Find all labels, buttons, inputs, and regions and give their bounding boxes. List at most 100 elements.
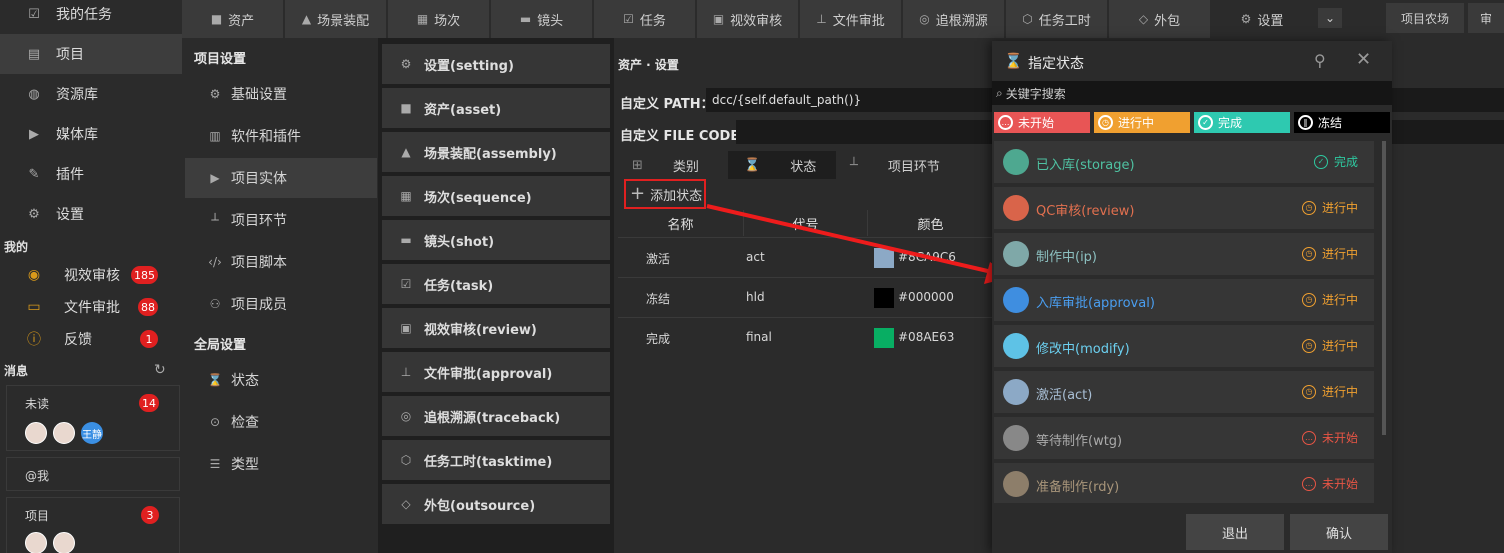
exit-button[interactable]: 退出 — [1186, 514, 1284, 550]
hourglass-icon: ⌛ — [207, 373, 223, 387]
settings-item-check[interactable]: ⊙ 检查 — [185, 402, 377, 442]
settings-item-steps[interactable]: ┴ 项目环节 — [185, 200, 377, 240]
row-name: 激活 — [646, 252, 671, 266]
status-list: 已入库(storage) ✓ 完成 QC审核(review) ◷ 进行中 制作中(ip)… — [994, 141, 1380, 503]
status-item[interactable]: 已入库(storage) ✓ 完成 — [994, 141, 1374, 183]
check-circle-icon: ⊙ — [209, 415, 221, 429]
nav-plugins[interactable]: ✎ 插件 — [0, 154, 182, 194]
users-icon: ⚇ — [209, 297, 221, 311]
chart-icon: ▥ — [209, 129, 221, 143]
tab-outsource[interactable]: ◇ 外包 — [1109, 0, 1210, 38]
hourglass-icon: ⌛ — [1004, 52, 1023, 70]
table-row[interactable]: 激活 act #8CA9C6 — [618, 237, 998, 277]
clock-icon: ◷ — [1301, 246, 1316, 261]
add-status-button[interactable]: + 添加状态 — [624, 179, 706, 209]
column-header-color: 颜色 — [868, 210, 994, 236]
filter-frozen[interactable]: ‖ 冻结 — [1294, 112, 1390, 133]
messages-title: 消息 — [4, 364, 29, 378]
gear-icon: ⚙ — [209, 87, 221, 101]
review-button-truncated[interactable]: 审 — [1468, 3, 1504, 33]
count-badge: 3 — [141, 506, 159, 524]
status-item[interactable]: 入库审批(approval) ◷ 进行中 — [994, 279, 1374, 321]
entity-shot[interactable]: ▬ 镜头(shot) — [382, 220, 610, 260]
nav-my-tasks[interactable]: ☑ 我的任务 — [0, 0, 182, 34]
status-color-dot — [1003, 241, 1029, 267]
my-item-review[interactable]: ◉ 视效审核 185 — [0, 259, 182, 291]
settings-item-status[interactable]: ⌛ 状态 — [185, 360, 377, 400]
column-header-name: 名称 — [618, 210, 744, 236]
entity-traceback[interactable]: ◎ 追根溯源(traceback) — [382, 396, 610, 436]
nav-library[interactable]: ◍ 资源库 — [0, 74, 182, 114]
message-card-unread[interactable]: 未读 14 王静 — [6, 385, 180, 451]
entity-sequence[interactable]: ▦ 场次(sequence) — [382, 176, 610, 216]
column-header-code: 代号 — [744, 210, 868, 236]
project-farm-button[interactable]: 项目农场 — [1386, 3, 1464, 33]
settings-item-entities[interactable]: ▶ 项目实体 — [185, 158, 377, 198]
entity-outsource[interactable]: ◇ 外包(outsource) — [382, 484, 610, 524]
dots-icon: … — [1301, 430, 1316, 445]
nav-project[interactable]: ▤ 项目 — [0, 34, 182, 74]
entity-approval[interactable]: ⊥ 文件审批(approval) — [382, 352, 610, 392]
settings-item-members[interactable]: ⚇ 项目成员 — [185, 284, 377, 324]
message-card-mentions[interactable]: @我 — [6, 457, 180, 491]
status-item[interactable]: 准备制作(rdy) … 未开始 — [994, 463, 1374, 503]
status-name: 已入库(storage) — [1036, 158, 1135, 173]
tab-assembly[interactable]: ▲ 场景装配 — [285, 0, 386, 38]
entity-task[interactable]: ☑ 任务(task) — [382, 264, 610, 304]
status-item[interactable]: 制作中(ip) ◷ 进行中 — [994, 233, 1374, 275]
tab-sequence[interactable]: ▦ 场次 — [388, 0, 489, 38]
landscape-icon: ▲ — [401, 145, 411, 159]
refresh-icon[interactable]: ↻ — [154, 362, 166, 378]
tab-asset[interactable]: ■ 资产 — [182, 0, 283, 38]
tab-review[interactable]: ▣ 视效审核 — [697, 0, 798, 38]
status-item[interactable]: 激活(act) ◷ 进行中 — [994, 371, 1374, 413]
my-item-approval[interactable]: ▭ 文件审批 88 — [0, 291, 182, 323]
settings-item-software[interactable]: ▥ 软件和插件 — [185, 116, 377, 156]
tab-approval[interactable]: ⊥ 文件审批 — [800, 0, 901, 38]
clock-icon: ◷ — [1301, 292, 1316, 307]
tab-traceback[interactable]: ◎ 追根溯源 — [903, 0, 1004, 38]
message-card-project[interactable]: 项目 3 — [6, 497, 180, 553]
clock-icon: ◷ — [1098, 115, 1113, 130]
status-tag: ◷ 进行中 — [1301, 245, 1358, 262]
tab-tasktime[interactable]: ⬡ 任务工时 — [1006, 0, 1107, 38]
status-color-dot — [1003, 287, 1029, 313]
close-icon[interactable]: ✕ — [1356, 49, 1371, 70]
search-input[interactable]: ⌕ 关键字搜索 — [992, 81, 1392, 105]
clock-icon: ◷ — [1301, 338, 1316, 353]
pin-icon[interactable]: ⚲ — [1314, 51, 1326, 70]
settings-column: 项目设置 ⚙ 基础设置 ▥ 软件和插件 ▶ 项目实体 ┴ 项目环节 ‹/› 项目脚本 ⚇ 项… — [182, 38, 378, 553]
asset-icon: ■ — [210, 12, 223, 26]
subtab-steps[interactable]: ┴ 项目环节 — [850, 151, 990, 179]
tabs-dropdown-button[interactable]: ⌄ — [1318, 8, 1342, 28]
confirm-button[interactable]: 确认 — [1290, 514, 1388, 550]
settings-item-type[interactable]: ☰ 类型 — [185, 444, 377, 484]
my-item-feedback[interactable]: ⓘ 反馈 1 — [0, 323, 182, 355]
status-item[interactable]: QC审核(review) ◷ 进行中 — [994, 187, 1374, 229]
tab-settings[interactable]: ⚙ 设置 — [1212, 0, 1312, 38]
scrollbar[interactable] — [1382, 141, 1386, 435]
tab-task[interactable]: ☑ 任务 — [594, 0, 695, 38]
check-icon: ✓ — [1313, 154, 1328, 169]
entity-assembly[interactable]: ▲ 场景装配(assembly) — [382, 132, 610, 172]
tab-shot[interactable]: ▬ 镜头 — [491, 0, 592, 38]
nav-settings[interactable]: ⚙ 设置 — [0, 194, 182, 234]
entity-asset[interactable]: ■ 资产(asset) — [382, 88, 610, 128]
subtab-category[interactable]: ⊞ 类别 — [632, 151, 732, 179]
entity-tasktime[interactable]: ⬡ 任务工时(tasktime) — [382, 440, 610, 480]
table-row[interactable]: 冻结 hld #000000 — [618, 277, 998, 317]
filter-in-progress[interactable]: ◷ 进行中 — [1094, 112, 1190, 133]
settings-item-scripts[interactable]: ‹/› 项目脚本 — [185, 242, 377, 282]
settings-item-basic[interactable]: ⚙ 基础设置 — [185, 74, 377, 114]
table-row[interactable]: 完成 final #08AE63 — [618, 317, 998, 357]
status-name: 准备制作(rdy) — [1036, 480, 1120, 495]
nav-media[interactable]: ▶ 媒体库 — [0, 114, 182, 154]
status-item[interactable]: 等待制作(wtg) … 未开始 — [994, 417, 1374, 459]
entity-review[interactable]: ▣ 视效审核(review) — [382, 308, 610, 348]
entity-setting[interactable]: ⚙ 设置(setting) — [382, 44, 610, 84]
clock-icon: ◷ — [1301, 200, 1316, 215]
filter-not-started[interactable]: … 未开始 — [994, 112, 1090, 133]
filter-done[interactable]: ✓ 完成 — [1194, 112, 1290, 133]
status-item[interactable]: 修改中(modify) ◷ 进行中 — [994, 325, 1374, 367]
subtab-status[interactable]: ⌛ 状态 — [728, 151, 836, 179]
